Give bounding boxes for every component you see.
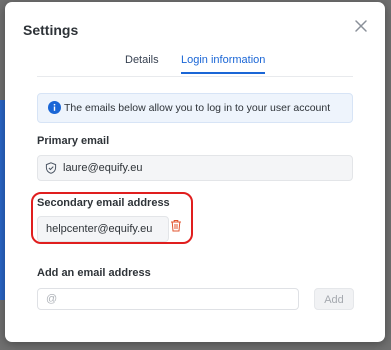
info-banner: The emails below allow you to log in to … xyxy=(37,93,353,123)
tab-bar: Details Login information xyxy=(5,54,385,76)
primary-email-label: Primary email xyxy=(37,135,110,147)
shield-icon xyxy=(45,162,57,174)
active-tab-indicator xyxy=(181,72,265,74)
add-email-input[interactable] xyxy=(37,288,299,310)
secondary-email-field: helpcenter@equify.eu xyxy=(37,216,169,242)
add-button[interactable]: Add xyxy=(314,288,354,310)
secondary-email-label: Secondary email address xyxy=(37,197,170,209)
secondary-email-value: helpcenter@equify.eu xyxy=(46,223,153,235)
add-email-label: Add an email address xyxy=(37,267,151,279)
tab-details[interactable]: Details xyxy=(125,54,159,66)
info-icon xyxy=(48,101,61,114)
tab-login-information[interactable]: Login information xyxy=(181,54,265,66)
close-icon[interactable] xyxy=(353,18,369,34)
primary-email-field: laure@equify.eu xyxy=(37,155,353,181)
modal-title: Settings xyxy=(23,22,79,38)
trash-icon[interactable] xyxy=(170,219,182,232)
info-text: The emails below allow you to log in to … xyxy=(64,102,331,114)
tabs-divider xyxy=(37,76,353,77)
primary-email-value: laure@equify.eu xyxy=(63,162,143,174)
settings-modal: Settings Details Login information The e… xyxy=(5,2,385,342)
